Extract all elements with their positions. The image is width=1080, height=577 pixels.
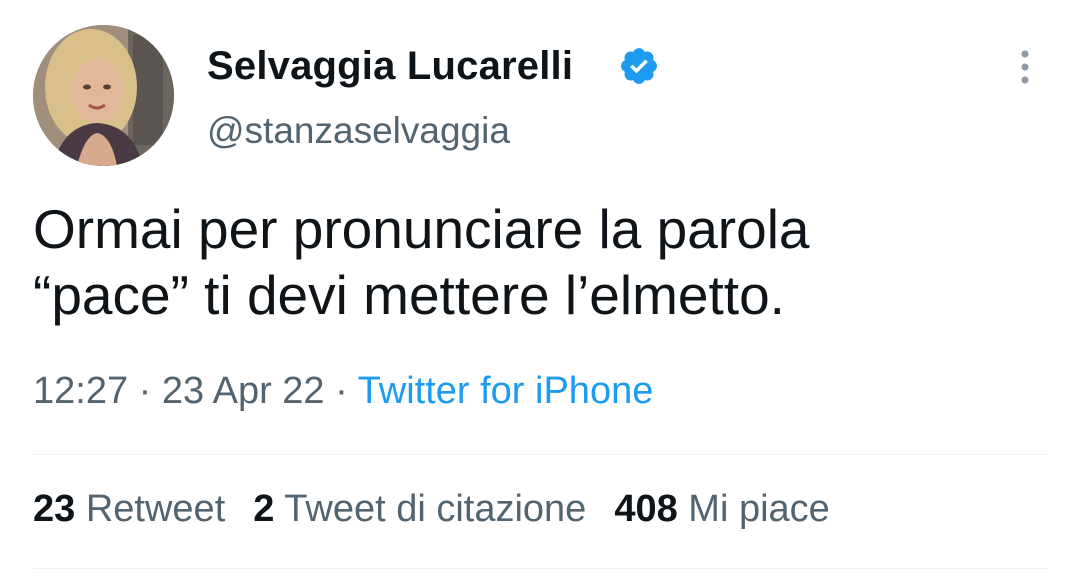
quotes-label: Tweet di citazione bbox=[284, 488, 587, 530]
author-handle[interactable]: @stanzaselvaggia bbox=[207, 110, 510, 152]
tweet-date[interactable]: 23 Apr 22 bbox=[162, 370, 325, 412]
quotes-stat[interactable]: 2 Tweet di citazione bbox=[253, 488, 586, 531]
quotes-count: 2 bbox=[253, 488, 275, 530]
retweets-label: Retweet bbox=[85, 488, 226, 530]
more-options-icon[interactable] bbox=[1010, 48, 1040, 88]
avatar[interactable] bbox=[33, 25, 174, 166]
meta-separator: · bbox=[128, 370, 162, 412]
tweet-meta: 12:27 · 23 Apr 22 · Twitter for iPhone bbox=[33, 370, 653, 413]
tweet-card: Selvaggia Lucarelli @stanzaselvaggia Orm… bbox=[0, 0, 1080, 577]
tweet-source-link[interactable]: Twitter for iPhone bbox=[358, 370, 654, 412]
tweet-stats: 23 Retweet 2 Tweet di citazione 408 Mi pia… bbox=[33, 488, 858, 531]
divider bbox=[33, 454, 1048, 455]
verified-badge-icon bbox=[618, 45, 660, 87]
tweet-text: Ormai per pronunciare la parola “pace” t… bbox=[33, 196, 1043, 328]
tweet-text-line: Ormai per pronunciare la parola bbox=[33, 198, 810, 260]
tweet-time[interactable]: 12:27 bbox=[33, 370, 128, 412]
tweet-text-line: “pace” ti devi mettere l’elmetto. bbox=[33, 264, 785, 326]
profile-photo bbox=[33, 25, 174, 166]
likes-label: Mi piace bbox=[688, 488, 830, 530]
author-display-name[interactable]: Selvaggia Lucarelli bbox=[207, 44, 573, 89]
retweets-count: 23 bbox=[33, 488, 76, 530]
divider bbox=[33, 568, 1048, 569]
likes-stat[interactable]: 408 Mi piace bbox=[614, 488, 829, 531]
likes-count: 408 bbox=[614, 488, 678, 530]
meta-separator: · bbox=[324, 370, 358, 412]
retweets-stat[interactable]: 23 Retweet bbox=[33, 488, 225, 531]
